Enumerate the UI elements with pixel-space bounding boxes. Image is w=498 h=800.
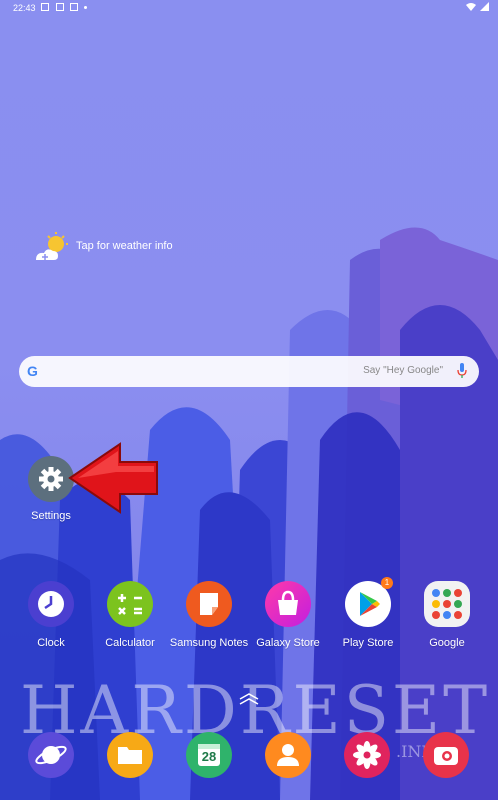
google-folder-icon (424, 581, 470, 627)
camera-app[interactable] (423, 732, 469, 778)
planet-icon (35, 745, 67, 765)
watermark-text: HARDRESET (20, 672, 491, 749)
person-icon (277, 744, 299, 766)
red-arrow-icon (68, 442, 158, 514)
notification-badge: 1 (381, 577, 393, 589)
signal-icon (480, 2, 490, 14)
contacts-app[interactable] (265, 732, 311, 778)
wifi-icon (466, 2, 476, 14)
gallery-notification-icon (41, 3, 49, 11)
gallery-app[interactable] (344, 732, 390, 778)
play-store-app[interactable]: 1 Play Store (328, 577, 408, 649)
clock-icon (28, 581, 74, 627)
samsung-notes-app[interactable]: Samsung Notes (169, 581, 249, 649)
flag-notification-icon (70, 3, 78, 11)
folder-icon (118, 747, 142, 764)
status-bar: 22:43 (0, 0, 498, 16)
shopping-bag-icon (265, 581, 311, 627)
app-label: Play Store (342, 637, 394, 649)
app-label: Clock (37, 637, 65, 649)
calendar-day: 28 (201, 749, 217, 764)
search-placeholder: Say "Hey Google" (363, 365, 443, 376)
galaxy-store-app[interactable]: Galaxy Store (248, 581, 328, 649)
app-label: Google (429, 637, 465, 649)
calendar-app[interactable]: 28 (186, 732, 232, 778)
google-g-icon: G (27, 363, 38, 379)
notes-icon (186, 581, 232, 627)
play-store-icon: 1 (345, 577, 393, 627)
app-label: Samsung Notes (169, 637, 249, 649)
more-notifications-dot (84, 6, 87, 9)
internet-browser-app[interactable] (28, 732, 74, 778)
microphone-icon[interactable] (457, 363, 467, 384)
sun-cloud-icon (36, 232, 68, 260)
flower-icon (353, 741, 381, 769)
google-folder[interactable]: Google (407, 581, 487, 649)
app-label: Galaxy Store (256, 637, 320, 649)
google-search-bar[interactable]: G Say "Hey Google" (19, 356, 479, 387)
app-drawer-chevron-icon[interactable] (238, 693, 260, 705)
app-label: Calculator (105, 637, 155, 649)
clock-app[interactable]: Clock (11, 581, 91, 649)
my-files-app[interactable] (107, 732, 153, 778)
weather-label[interactable]: Tap for weather info (76, 240, 173, 252)
weather-widget[interactable] (34, 232, 74, 269)
status-time: 22:43 (13, 3, 36, 13)
calculator-app[interactable]: Calculator (90, 581, 170, 649)
calculator-icon (107, 581, 153, 627)
image-notification-icon (56, 3, 64, 11)
camera-icon (434, 747, 458, 765)
